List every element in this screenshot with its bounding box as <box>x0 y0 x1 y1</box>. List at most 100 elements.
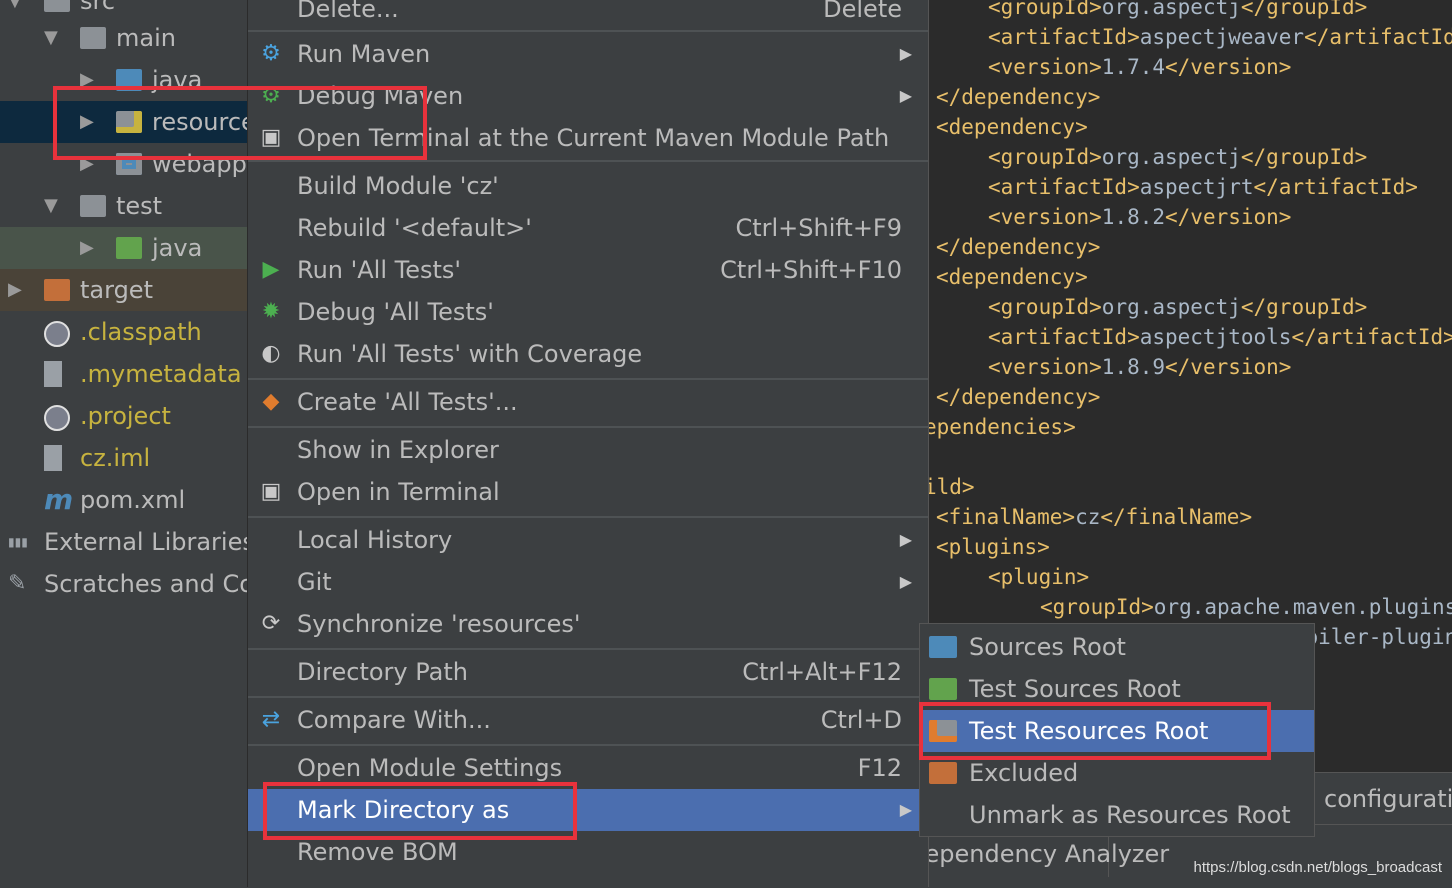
tree-item-pom-xml[interactable]: m pom.xml <box>0 479 247 521</box>
submenu-item-test-resources-root[interactable]: Test Resources Root <box>920 710 1314 752</box>
xml-tag: <finalName> <box>936 505 1076 529</box>
code-line: <groupId>org.aspectj</groupId> <box>988 142 1367 172</box>
run-icon: ▶ <box>262 257 280 282</box>
menu-item-create-all-tests[interactable]: ◆ Create 'All Tests'... <box>248 381 928 423</box>
tree-item-external-libraries[interactable]: ▮▮▮ External Libraries <box>0 521 247 563</box>
sync-icon: ⟳ <box>261 611 281 636</box>
xml-tag: </version> <box>1165 55 1292 79</box>
menu-item-open-terminal-at-the-current-maven-module-path[interactable]: ▣ Open Terminal at the Current Maven Modu… <box>248 117 928 159</box>
code-line: ild> <box>924 472 975 502</box>
menu-item-rebuild-default[interactable]: Rebuild '<default>' Ctrl+Shift+F9 <box>248 207 928 249</box>
tree-item-classpath[interactable]: .classpath <box>0 311 247 353</box>
menu-item-label: Compare With... <box>297 706 491 734</box>
eclipse-icon <box>44 405 70 431</box>
collapsed-arrow-icon[interactable]: ▶ <box>8 269 22 311</box>
folder-orange-icon <box>44 279 70 301</box>
project-tree: ▼src▼main▶java▶resources▶webapp▼test▶jav… <box>0 0 247 887</box>
menu-item-git[interactable]: Git ▶ <box>248 561 928 603</box>
submenu-item-label: Test Sources Root <box>969 675 1181 703</box>
collapsed-arrow-icon[interactable]: ▶ <box>80 101 94 143</box>
xml-tag: </artifactId> <box>1253 175 1418 199</box>
submenu-item-sources-root[interactable]: Sources Root <box>920 626 1314 668</box>
code-line: <artifactId>aspectjtools</artifactId> <box>988 322 1452 352</box>
menu-item-label: Debug 'All Tests' <box>297 298 494 326</box>
submenu-item-label: Test Resources Root <box>969 717 1209 745</box>
menu-item-remove-bom[interactable]: Remove BOM <box>248 831 928 873</box>
submenu-arrow-icon: ▶ <box>899 800 912 819</box>
expanded-arrow-icon[interactable]: ▼ <box>44 17 58 59</box>
menu-item-debug-maven[interactable]: ⚙ Debug Maven ▶ <box>248 75 928 117</box>
menu-item-synchronize-resources[interactable]: ⟳ Synchronize 'resources' <box>248 603 928 645</box>
configurations-label: configurations <box>1324 785 1452 813</box>
mark-directory-submenu: Sources Root Test Sources Root Test Resour… <box>919 623 1315 837</box>
folder-grey-icon <box>80 27 106 49</box>
collapsed-arrow-icon[interactable]: ▶ <box>80 59 94 101</box>
menu-item-build-module-cz[interactable]: Build Module 'cz' <box>248 165 928 207</box>
xml-tag: </dependency> <box>936 235 1101 259</box>
tree-item-java[interactable]: ▶ java <box>0 59 247 101</box>
code-line: </dependency> <box>936 82 1100 112</box>
menu-item-run-maven[interactable]: ⚙ Run Maven ▶ <box>248 33 928 75</box>
menu-item-label: Local History <box>297 526 453 554</box>
xml-tag: <groupId> <box>988 145 1102 169</box>
test-sources-root-icon <box>929 678 957 700</box>
menu-separator <box>248 426 928 428</box>
code-line: ependencies> <box>924 412 1076 442</box>
tree-item-webapp[interactable]: ▶ webapp <box>0 143 247 185</box>
submenu-item-unmark-as-resources-root[interactable]: Unmark as Resources Root <box>920 794 1314 836</box>
xml-text: cz <box>1075 505 1101 529</box>
xml-tag: <groupId> <box>1040 595 1154 619</box>
tree-item-target[interactable]: ▶ target <box>0 269 247 311</box>
submenu-item-excluded[interactable]: Excluded <box>920 752 1314 794</box>
menu-item-directory-path[interactable]: Directory Path Ctrl+Alt+F12 <box>248 651 928 693</box>
watermark-text: https://blog.csdn.net/blogs_broadcast <box>1193 859 1443 876</box>
tree-item-cz-iml[interactable]: cz.iml <box>0 437 247 479</box>
expanded-arrow-icon[interactable]: ▼ <box>44 185 58 227</box>
code-line: <groupId>org.apache.maven.plugins <box>1040 592 1452 622</box>
code-line: <dependency> <box>936 262 1088 292</box>
tree-item-java[interactable]: ▶ java <box>0 227 247 269</box>
menu-item-label: Mark Directory as <box>297 796 510 824</box>
context-menu: Delete... Delete ⚙ Run Maven ▶ ⚙ Debug Maven ▶ ▣… <box>247 0 929 887</box>
menu-item-label: Open Module Settings <box>297 754 563 782</box>
dependency-analyzer-tab[interactable]: Dependency Analyzer <box>906 831 1169 877</box>
menu-item-label: Directory Path <box>297 658 468 686</box>
menu-item-delete[interactable]: Delete... Delete <box>248 0 928 30</box>
code-line: <dependency> <box>936 112 1088 142</box>
menu-item-debug-all-tests[interactable]: ✹ Debug 'All Tests' <box>248 291 928 333</box>
menu-separator <box>248 30 928 32</box>
tree-item-main[interactable]: ▼ main <box>0 17 247 59</box>
code-line: <plugin> <box>988 562 1089 592</box>
libraries-icon: ▮▮▮ <box>8 535 28 549</box>
menu-item-run-all-tests[interactable]: ▶ Run 'All Tests' Ctrl+Shift+F10 <box>248 249 928 291</box>
xml-tag: </groupId> <box>1240 0 1368 19</box>
submenu-item-test-sources-root[interactable]: Test Sources Root <box>920 668 1314 710</box>
menu-item-local-history[interactable]: Local History ▶ <box>248 519 928 561</box>
menu-item-label: Remove BOM <box>297 838 458 866</box>
xml-text: 1.8.9 <box>1101 355 1166 379</box>
tree-item-resources[interactable]: ▶ resources <box>0 101 247 143</box>
menu-item-compare-with[interactable]: ⇄ Compare With... Ctrl+D <box>248 699 928 741</box>
collapsed-arrow-icon[interactable]: ▶ <box>80 227 94 269</box>
menu-item-label: Open Terminal at the Current Maven Modul… <box>297 124 890 152</box>
menu-separator <box>248 744 928 746</box>
collapsed-arrow-icon[interactable]: ▶ <box>80 143 94 185</box>
run-configurations-popup[interactable]: configurations <box>1314 772 1452 825</box>
tree-item-scratches-and-consoles[interactable]: ✎ Scratches and Consoles <box>0 563 247 605</box>
menu-item-label: Debug Maven <box>297 82 464 110</box>
submenu-arrow-icon: ▶ <box>899 86 912 105</box>
submenu-arrow-icon: ▶ <box>899 44 912 63</box>
menu-item-show-in-explorer[interactable]: Show in Explorer <box>248 429 928 471</box>
menu-item-open-in-terminal[interactable]: ▣ Open in Terminal <box>248 471 928 513</box>
xml-tag: <artifactId> <box>988 175 1140 199</box>
menu-item-run-all-tests-with-coverage[interactable]: ◐ Run 'All Tests' with Coverage <box>248 333 928 375</box>
tree-item-mymetadata[interactable]: .mymetadata <box>0 353 247 395</box>
menu-item-open-module-settings[interactable]: Open Module Settings F12 <box>248 747 928 789</box>
tree-item-test[interactable]: ▼ test <box>0 185 247 227</box>
tree-item-project[interactable]: .project <box>0 395 247 437</box>
code-line: </dependency> <box>936 382 1100 412</box>
tree-item-label: External Libraries <box>44 528 247 556</box>
menu-item-label: Show in Explorer <box>297 436 499 464</box>
code-line: <groupId>org.aspectj</groupId> <box>988 292 1367 322</box>
menu-item-mark-directory-as[interactable]: Mark Directory as ▶ <box>248 789 928 831</box>
